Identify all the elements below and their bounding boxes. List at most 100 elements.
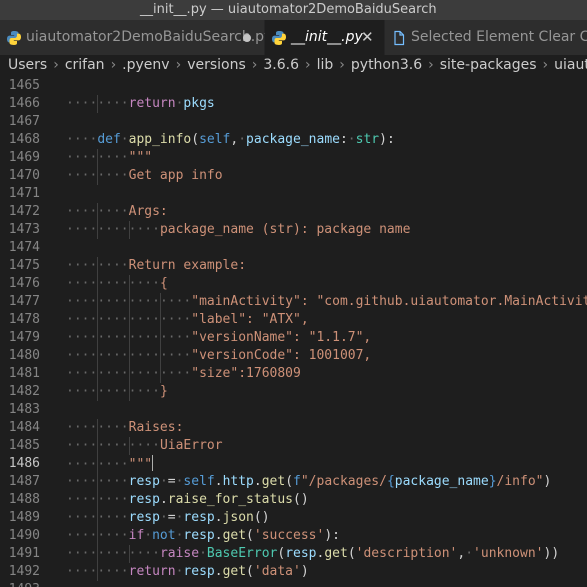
code-line[interactable]: 1467 bbox=[0, 113, 587, 131]
code-text: ················"versionCode": 1001007, bbox=[66, 348, 372, 363]
code-line[interactable]: 1482 ············} bbox=[0, 383, 587, 401]
chevron-right-icon: › bbox=[542, 57, 549, 73]
code-text: ············raise·BaseError(resp.get('de… bbox=[66, 546, 560, 561]
breadcrumb-item[interactable]: 3.6.6 bbox=[263, 57, 299, 73]
chevron-right-icon: › bbox=[175, 57, 182, 73]
line-number: 1480 bbox=[8, 348, 40, 363]
code-line[interactable]: 1469 ········""" bbox=[0, 149, 587, 167]
code-line[interactable]: 1466 ········return·pkgs bbox=[0, 95, 587, 113]
code-text: ········resp·=·self.http.get(f"/packages… bbox=[66, 474, 552, 489]
line-number: 1475 bbox=[8, 258, 40, 273]
code-line[interactable]: 1492 ········return·resp.get('data') bbox=[0, 563, 587, 581]
code-line[interactable]: 1487 ········resp·=·self.http.get(f"/pack… bbox=[0, 473, 587, 491]
code-line[interactable]: 1484 ········Raises: bbox=[0, 419, 587, 437]
code-line[interactable]: 1488 ········resp.raise_for_status() bbox=[0, 491, 587, 509]
breadcrumb-item[interactable]: .pyenv bbox=[122, 57, 169, 73]
code-line[interactable]: 1485 ············UiaError bbox=[0, 437, 587, 455]
line-number: 1471 bbox=[8, 186, 40, 201]
code-text: ········return·pkgs bbox=[66, 96, 215, 111]
chevron-right-icon: › bbox=[110, 57, 117, 73]
window-title: __init__.py — uiautomator2DemoBaiduSearc… bbox=[140, 2, 437, 17]
code-line[interactable]: 1474 bbox=[0, 239, 587, 257]
line-number: 1484 bbox=[8, 420, 40, 435]
code-text: ················"mainActivity": "com.git… bbox=[66, 294, 587, 309]
code-text: ············UiaError bbox=[66, 438, 223, 453]
code-line[interactable]: 1478 ················"label": "ATX", bbox=[0, 311, 587, 329]
code-line[interactable]: 1471 bbox=[0, 185, 587, 203]
line-number: 1467 bbox=[8, 114, 40, 129]
breadcrumb-item[interactable]: uiautomator2 bbox=[554, 57, 587, 73]
code-line[interactable]: 1468 ····def·app_info(self,·package_name:… bbox=[0, 131, 587, 149]
tab-bar: uiautomator2DemoBaiduSearch.py __init__.… bbox=[0, 20, 587, 55]
code-line[interactable]: 1470 ········Get app info bbox=[0, 167, 587, 185]
code-line[interactable]: 1493 bbox=[0, 581, 587, 587]
chevron-right-icon: › bbox=[428, 57, 434, 73]
line-number: 1472 bbox=[8, 204, 40, 219]
code-editor[interactable]: 1465 1466 ········return·pkgs 1467 1468 ····d… bbox=[0, 75, 587, 587]
tab-uiautomator2demobaidusearch[interactable]: uiautomator2DemoBaiduSearch.py bbox=[0, 20, 272, 55]
code-line[interactable]: 1489 ········resp·=·resp.json() bbox=[0, 509, 587, 527]
chevron-right-icon: › bbox=[305, 57, 311, 73]
tab-init-py[interactable]: __init__.py ✕ bbox=[265, 20, 385, 55]
line-number: 1485 bbox=[8, 438, 40, 453]
line-number: 1478 bbox=[8, 312, 40, 327]
code-line[interactable]: 1472 ········Args: bbox=[0, 203, 587, 221]
code-text: ········resp.raise_for_status() bbox=[66, 492, 309, 507]
chevron-right-icon: › bbox=[53, 57, 59, 73]
line-number: 1469 bbox=[8, 150, 40, 165]
code-text: ············package_name (str): package … bbox=[66, 222, 411, 237]
breadcrumb-item[interactable]: versions bbox=[187, 57, 246, 73]
python-file-icon bbox=[272, 31, 286, 45]
text-cursor bbox=[152, 455, 154, 471]
close-icon[interactable]: ✕ bbox=[361, 20, 374, 55]
title-bar: __init__.py — uiautomator2DemoBaiduSearc… bbox=[0, 0, 587, 20]
code-line[interactable]: 1465 bbox=[0, 77, 587, 95]
line-number: 1473 bbox=[8, 222, 40, 237]
code-text: ················"label": "ATX", bbox=[66, 312, 309, 327]
code-line[interactable]: 1486 ········""" bbox=[0, 455, 587, 473]
code-text: ········""" bbox=[66, 150, 153, 165]
line-number: 1477 bbox=[8, 294, 40, 309]
breadcrumb-item[interactable]: Users bbox=[8, 57, 47, 73]
code-text: ········Args: bbox=[66, 204, 168, 219]
breadcrumb-item[interactable]: site-packages bbox=[440, 57, 537, 73]
breadcrumb-item[interactable]: lib bbox=[317, 57, 334, 73]
python-file-icon bbox=[7, 31, 21, 45]
code-text: ········""" bbox=[66, 455, 154, 472]
line-number: 1479 bbox=[8, 330, 40, 345]
code-line[interactable]: 1473 ············package_name (str): pack… bbox=[0, 221, 587, 239]
line-number: 1489 bbox=[8, 510, 40, 525]
code-text: ········Return example: bbox=[66, 258, 247, 273]
line-number: 1483 bbox=[8, 402, 40, 417]
line-number: 1492 bbox=[8, 564, 40, 579]
breadcrumb: Users › crifan › .pyenv › versions › 3.6.6 › lib › p… bbox=[0, 55, 587, 75]
code-line[interactable]: 1480 ················"versionCode": 10010… bbox=[0, 347, 587, 365]
code-text: ················"versionName": "1.1.7", bbox=[66, 330, 372, 345]
code-text: ········resp·=·resp.json() bbox=[66, 510, 270, 525]
line-number: 1487 bbox=[8, 474, 40, 489]
code-text: ····def·app_info(self,·package_name:·str… bbox=[66, 132, 395, 147]
tab-selected-element-clear-canvas[interactable]: Selected Element Clear Canv bbox=[385, 20, 587, 55]
line-number: 1493 bbox=[0, 581, 40, 587]
line-number: 1476 bbox=[8, 276, 40, 291]
code-line[interactable]: 1476 ············{ bbox=[0, 275, 587, 293]
line-number: 1470 bbox=[8, 168, 40, 183]
chevron-right-icon: › bbox=[339, 57, 345, 73]
file-icon bbox=[394, 30, 405, 46]
line-number: 1474 bbox=[8, 240, 40, 255]
code-line[interactable]: 1475 ········Return example: bbox=[0, 257, 587, 275]
code-line[interactable]: 1490 ········if·not·resp.get('success'): bbox=[0, 527, 587, 545]
code-line[interactable]: 1481 ················"size":1760809 bbox=[0, 365, 587, 383]
code-text: ············} bbox=[66, 384, 168, 399]
code-line[interactable]: 1491 ············raise·BaseError(resp.get… bbox=[0, 545, 587, 563]
tab-label: __init__.py bbox=[291, 29, 363, 45]
tab-label: Selected Element Clear Canv bbox=[411, 29, 587, 45]
tab-label: uiautomator2DemoBaiduSearch.py bbox=[26, 29, 273, 45]
code-line[interactable]: 1477 ················"mainActivity": "com… bbox=[0, 293, 587, 311]
code-line[interactable]: 1483 bbox=[0, 401, 587, 419]
breadcrumb-item[interactable]: crifan bbox=[65, 57, 105, 73]
breadcrumb-item[interactable]: python3.6 bbox=[351, 57, 422, 73]
line-number: 1486 bbox=[8, 456, 40, 471]
code-text: ············{ bbox=[66, 276, 168, 291]
code-line[interactable]: 1479 ················"versionName": "1.1.… bbox=[0, 329, 587, 347]
